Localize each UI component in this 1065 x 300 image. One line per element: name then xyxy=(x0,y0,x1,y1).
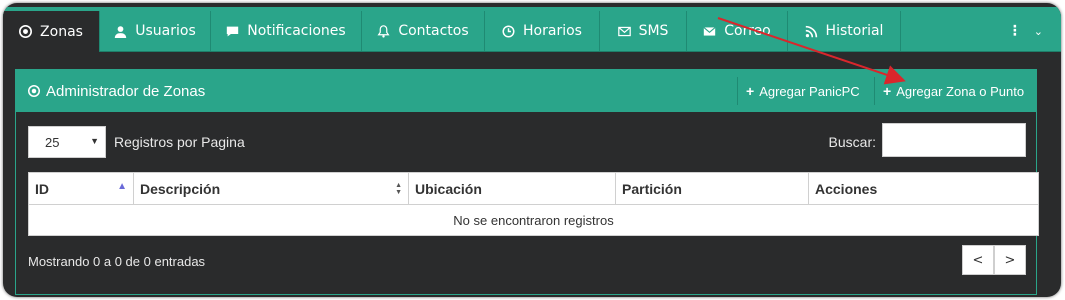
per-page-label: Registros por Pagina xyxy=(114,134,245,150)
tab-zonas[interactable]: Zonas xyxy=(3,11,99,52)
tab-contactos[interactable]: Contactos xyxy=(362,11,485,51)
column-header-ubicacion[interactable]: Ubicación xyxy=(408,172,616,205)
envelope-outline-icon xyxy=(617,25,631,38)
plus-icon: + xyxy=(883,83,892,99)
vertical-dots-icon: ⋮ xyxy=(1007,23,1022,39)
tab-label: Usuarios xyxy=(135,23,196,39)
zones-panel: Administrador de Zonas + Agregar PanicPC… xyxy=(15,69,1039,295)
table-controls: 25 ▼ Registros por Pagina Buscar: xyxy=(28,123,1026,160)
column-header-descripcion[interactable]: Descripción ▲ ▼ xyxy=(133,172,409,205)
target-icon xyxy=(28,85,40,97)
target-icon xyxy=(19,25,33,38)
clock-icon xyxy=(502,24,515,38)
add-panicpc-button[interactable]: + Agregar PanicPC xyxy=(737,77,874,105)
tab-label: Contactos xyxy=(398,23,469,39)
tab-label: Horarios xyxy=(523,23,582,39)
column-label: ID xyxy=(35,180,49,197)
table-header-row: ID ▲ Descripción ▲▼ Ubicación Partición xyxy=(28,172,1039,205)
zones-table: ID ▲ Descripción ▲▼ Ubicación Partición xyxy=(28,172,1039,236)
column-header-particion[interactable]: Partición xyxy=(615,172,809,205)
comment-icon xyxy=(226,25,239,38)
tab-sms[interactable]: SMS xyxy=(600,11,687,51)
panel-header: Administrador de Zonas + Agregar PanicPC… xyxy=(16,70,1036,112)
next-page-button[interactable]: > xyxy=(994,245,1026,275)
table-row: No se encontraron registros xyxy=(28,204,1039,236)
sort-both-icon: ▲ ▼ xyxy=(395,182,402,196)
column-label: Acciones xyxy=(815,180,878,197)
app-window: Zonas Usuarios Notificaciones Contactos … xyxy=(3,3,1061,297)
tab-label: Notificaciones xyxy=(247,23,346,39)
tab-horarios[interactable]: Horarios xyxy=(485,11,600,51)
chevron-down-icon: ⌄ xyxy=(1033,24,1043,38)
column-header-acciones[interactable]: Acciones xyxy=(808,172,1039,205)
search-input[interactable] xyxy=(882,123,1026,157)
add-zone-button[interactable]: + Agregar Zona o Punto xyxy=(874,77,1036,105)
tab-historial[interactable]: Historial xyxy=(788,11,901,51)
add-panicpc-label: Agregar PanicPC xyxy=(759,83,860,99)
prev-page-button[interactable]: < xyxy=(962,245,994,275)
column-label: Ubicación xyxy=(415,180,482,197)
caret-down-icon: ▼ xyxy=(90,136,99,146)
envelope-icon xyxy=(703,25,716,38)
bell-icon xyxy=(377,24,390,38)
tab-label: SMS xyxy=(638,23,669,39)
plus-icon: + xyxy=(746,83,755,99)
panel-title: Administrador de Zonas xyxy=(28,70,205,112)
tab-label: Historial xyxy=(825,23,884,39)
tab-bar: Zonas Usuarios Notificaciones Contactos … xyxy=(3,7,1061,52)
rss-icon xyxy=(805,25,818,38)
empty-message: No se encontraron registros xyxy=(28,204,1039,236)
search-label: Buscar: xyxy=(828,134,876,150)
tab-label: Zonas xyxy=(40,23,83,40)
column-header-id[interactable]: ID ▲ xyxy=(28,172,134,205)
user-icon xyxy=(114,25,127,38)
pagination: < > xyxy=(962,245,1026,275)
page-size-select[interactable]: 25 ▼ xyxy=(28,126,106,158)
column-label: Descripción xyxy=(140,180,221,197)
sort-asc-icon: ▲ xyxy=(117,181,127,192)
panel-title-text: Administrador de Zonas xyxy=(46,82,206,100)
add-zone-label: Agregar Zona o Punto xyxy=(896,83,1025,99)
column-label: Partición xyxy=(622,180,682,197)
more-menu-button[interactable]: ⋮ ⌄ xyxy=(1008,11,1043,51)
tab-usuarios[interactable]: Usuarios xyxy=(99,11,211,51)
tab-label: Correo xyxy=(724,23,771,39)
entries-info: Mostrando 0 a 0 de 0 entradas xyxy=(28,254,206,269)
page-size-value: 25 xyxy=(45,134,60,150)
tab-notificaciones[interactable]: Notificaciones xyxy=(211,11,362,51)
tab-correo[interactable]: Correo xyxy=(687,11,788,51)
